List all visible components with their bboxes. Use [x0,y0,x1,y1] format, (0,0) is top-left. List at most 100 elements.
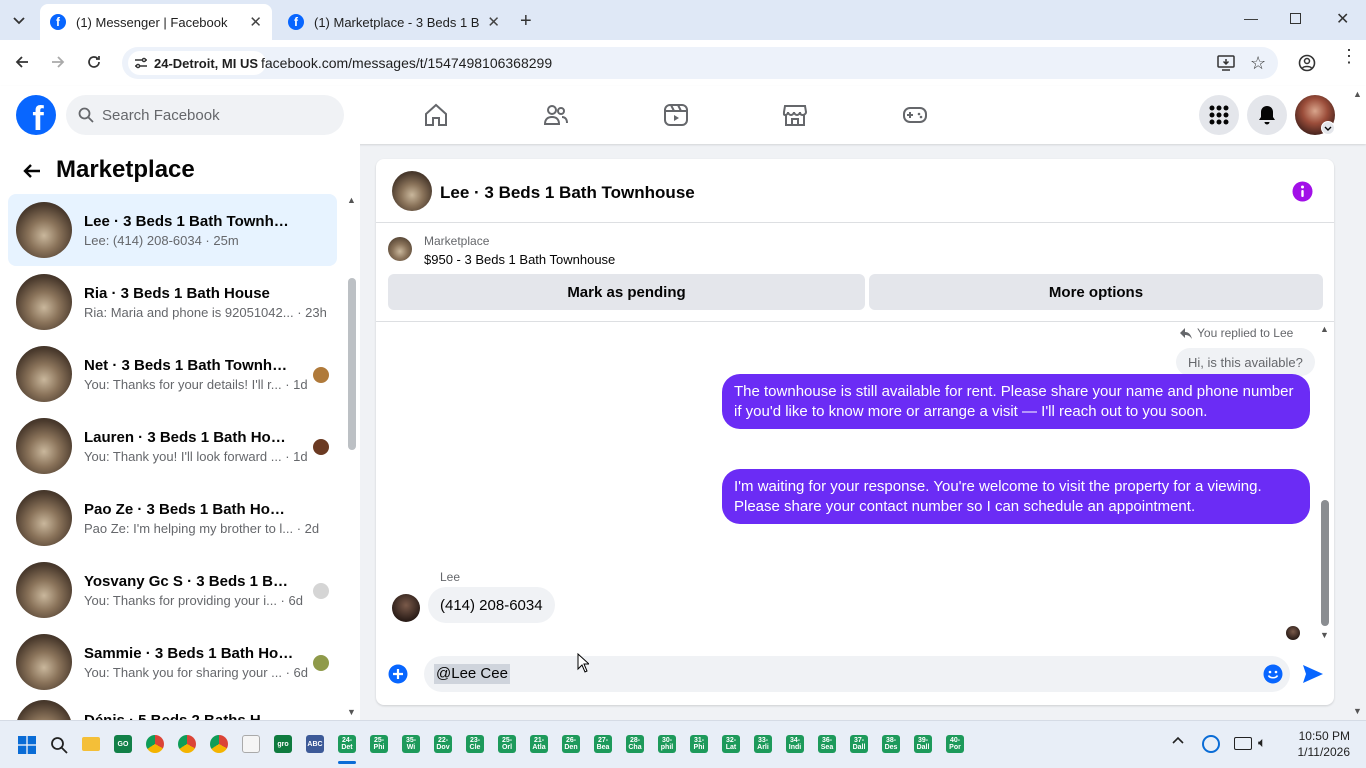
emoji-button[interactable] [1263,664,1283,684]
show-hidden-icons-button[interactable] [1172,736,1184,744]
nav-gaming[interactable] [902,102,928,128]
nav-marketplace[interactable] [782,102,808,128]
clock-time[interactable]: 10:50 PM [1290,729,1350,743]
taskbar-app-30-phil[interactable]: 30-phil [658,735,676,753]
chat-title[interactable]: Lee · 3 Beds 1 Bath Townhouse [440,183,695,203]
install-app-button[interactable] [1217,55,1235,71]
taskbar-app-38-des[interactable]: 38-Des [882,735,900,753]
conversation-item-ria[interactable]: Ria · 3 Beds 1 Bath House Ria: Maria and… [8,266,337,338]
scroll-down-arrow[interactable]: ▼ [1353,706,1362,716]
taskbar-app-27-bea[interactable]: 27-Bea [594,735,612,753]
more-actions-button[interactable] [388,664,408,684]
tab-messenger[interactable]: f (1) Messenger | Facebook ✕ [40,4,272,40]
tab-marketplace[interactable]: f (1) Marketplace - 3 Beds 1 Bath ✕ [278,4,510,40]
menu-button[interactable] [1199,95,1239,135]
notifications-button[interactable] [1247,95,1287,135]
incoming-message[interactable]: (414) 208-6034 [428,587,555,623]
star-icon[interactable]: ☆ [1250,53,1266,74]
clock-date[interactable]: 1/11/2026 [1290,745,1351,759]
taskbar-app-37-dall[interactable]: 37-Dall [850,735,868,753]
chat-avatar[interactable] [392,171,432,211]
tab-search-button[interactable] [8,10,30,32]
outgoing-message[interactable]: I'm waiting for your response. You're we… [722,469,1310,524]
listing-title[interactable]: $950 - 3 Beds 1 Bath Townhouse [424,252,615,267]
conversation-item-pao-ze[interactable]: Pao Ze · 3 Beds 1 Bath House Pao Ze: I'm… [8,482,337,554]
conversation-item-sammie[interactable]: Sammie · 3 Beds 1 Bath House You: Thank … [8,626,337,698]
conversation-item-lee[interactable]: Lee · 3 Beds 1 Bath Townhouse Lee: (414)… [8,194,337,266]
site-info-chip[interactable]: 24-Detroit, MI US [128,51,267,75]
start-button[interactable] [18,736,36,754]
chrome-icon[interactable] [178,735,196,753]
taskbar-app-23-cle[interactable]: 23-Cle [466,735,484,753]
back-button[interactable] [14,54,30,70]
sync-icon[interactable] [1202,735,1220,753]
scroll-up-arrow[interactable]: ▲ [1320,324,1329,334]
taskbar-app-33-arli[interactable]: 33-Arli [754,735,772,753]
scroll-up-arrow[interactable]: ▲ [347,195,356,205]
scroll-up-arrow[interactable]: ▲ [1353,89,1362,99]
taskbar-app-36-sea[interactable]: 36-Sea [818,735,836,753]
browser-menu-button[interactable]: ⋮ [1340,47,1358,65]
taskbar-app-34-indi[interactable]: 34-Indi [786,735,804,753]
arrow-left-icon [23,164,40,178]
conversation-item-net[interactable]: Net · 3 Beds 1 Bath Townhouse You: Thank… [8,338,337,410]
message-input[interactable] [424,656,1290,692]
network-icon[interactable] [1234,737,1252,750]
taskbar-app-35-wi[interactable]: 35-Wi [402,735,420,753]
taskbar-app-31-phi[interactable]: 31-Phi [690,735,708,753]
back-button[interactable] [22,161,42,181]
reload-button[interactable] [86,54,102,70]
file-explorer-icon[interactable] [82,737,100,751]
taskbar-app-icon[interactable]: GO [114,735,132,753]
conversation-name: Lauren · 3 Beds 1 Bath House [84,428,294,446]
nav-video[interactable] [663,102,689,128]
taskbar-app-icon[interactable]: ABC [306,735,324,753]
profile-button[interactable] [1298,54,1316,72]
scroll-down-arrow[interactable]: ▼ [1320,630,1329,640]
outgoing-message[interactable]: The townhouse is still available for ren… [722,374,1310,429]
sender-avatar[interactable] [392,594,420,622]
chrome-icon[interactable] [210,735,228,753]
forward-button[interactable] [50,54,66,70]
taskbar-app-40-por[interactable]: 40-Por [946,735,964,753]
facebook-logo[interactable]: f [16,95,56,135]
taskbar-search-button[interactable] [50,736,68,754]
mark-as-pending-button[interactable]: Mark as pending [388,274,865,310]
notepad-icon[interactable] [242,735,260,753]
taskbar-app-26-den[interactable]: 26-Den [562,735,580,753]
conversation-item-yosvany[interactable]: Yosvany Gc S · 3 Beds 1 Bath ... You: Th… [8,554,337,626]
volume-icon[interactable]: 🔈︎ [1258,734,1266,751]
conversation-item-lauren[interactable]: Lauren · 3 Beds 1 Bath House You: Thank … [8,410,337,482]
chrome-icon[interactable] [146,735,164,753]
new-tab-button[interactable]: + [520,10,532,33]
maximize-button[interactable] [1290,13,1301,24]
close-icon[interactable]: ✕ [249,13,262,31]
conversation-item-denis[interactable]: Dénis · 5 Beds 2 Baths H... [8,698,337,720]
taskbar-app-32-lat[interactable]: 32-Lat [722,735,740,753]
conversation-info-button[interactable] [1292,181,1313,202]
sidebar-scrollbar-thumb[interactable] [348,278,356,450]
listing-thumbnail [16,562,72,618]
taskbar-app-icon[interactable]: gro [274,735,292,753]
taskbar-app-28-cha[interactable]: 28-Cha [626,735,644,753]
account-menu-button[interactable] [1321,121,1335,135]
url-text[interactable]: facebook.com/messages/t/1547498106368299 [261,55,552,71]
chat-scrollbar-thumb[interactable] [1321,500,1329,626]
taskbar-app-25-orl[interactable]: 25-Orl [498,735,516,753]
taskbar-app-22-dov[interactable]: 22-Dov [434,735,452,753]
taskbar-app-24-det[interactable]: 24-Det [338,735,356,753]
message-input-text[interactable]: @Lee Cee [434,664,510,684]
minimize-button[interactable]: — [1244,10,1258,26]
taskbar-app-21-atla[interactable]: 21-Atla [530,735,548,753]
scroll-down-arrow[interactable]: ▼ [347,707,356,717]
taskbar-app-39-dall[interactable]: 39-Dall [914,735,932,753]
nav-home[interactable] [423,102,449,128]
search-input[interactable]: Search Facebook [66,95,344,135]
close-icon[interactable]: ✕ [487,13,500,31]
send-button[interactable] [1302,664,1324,684]
quoted-message[interactable]: Hi, is this available? [1176,348,1315,376]
nav-friends[interactable] [543,102,569,128]
more-options-button[interactable]: More options [869,274,1323,310]
window-close-button[interactable]: ✕ [1336,9,1349,29]
taskbar-app-25-phi[interactable]: 25-Phi [370,735,388,753]
